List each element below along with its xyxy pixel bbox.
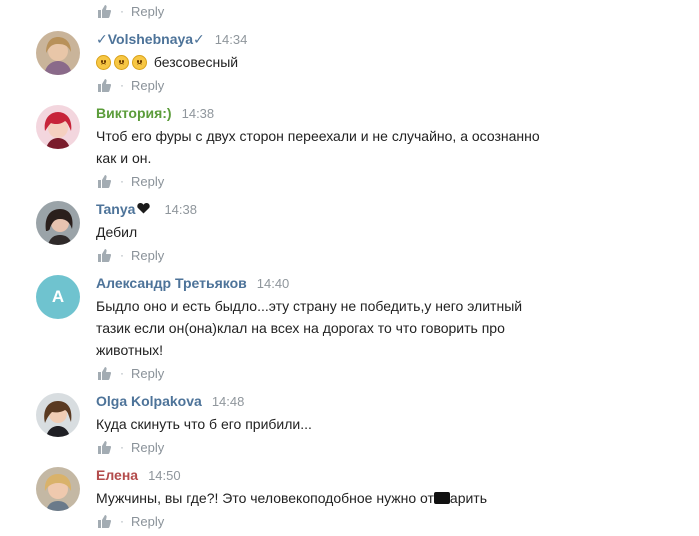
- comment-text: Чтоб его фуры с двух сторон переехали и …: [96, 125, 596, 169]
- comment-text: Куда скинуть что б его прибили...: [96, 413, 596, 435]
- sad-face-emoji-icon: [96, 55, 111, 70]
- like-icon[interactable]: [97, 4, 111, 18]
- reply-link[interactable]: Reply: [131, 174, 164, 189]
- reply-link[interactable]: Reply: [131, 78, 164, 93]
- separator-dot: ·: [120, 4, 124, 18]
- avatar-letter: А: [51, 287, 65, 306]
- avatar[interactable]: [36, 393, 80, 437]
- comment-text: безсовесный: [96, 51, 596, 73]
- timestamp[interactable]: 14:50: [148, 468, 181, 483]
- black-heart-icon: [137, 203, 151, 214]
- comment-text: Мужчины, вы где?! Это человекоподобное н…: [96, 487, 596, 509]
- author-name[interactable]: Tanya: [96, 201, 135, 217]
- comment-actions: · Reply: [97, 173, 164, 189]
- timestamp[interactable]: 14:38: [164, 202, 197, 217]
- comment-text-body: Дебил: [96, 224, 138, 240]
- like-icon[interactable]: [97, 514, 111, 528]
- separator-dot: ·: [120, 366, 124, 380]
- comment-header: Александр Третьяков 14:40: [96, 275, 289, 291]
- comment-text-line: Быдло оно и есть быдло...эту страну не п…: [96, 298, 523, 314]
- avatar[interactable]: [36, 201, 80, 245]
- timestamp[interactable]: 14:40: [257, 276, 290, 291]
- sad-face-emoji-icon: [132, 55, 147, 70]
- comment-text-body: Мужчины, вы где?! Это человекоподобное н…: [96, 490, 434, 506]
- avatar[interactable]: А: [36, 275, 80, 319]
- comment-header: Tanya 14:38: [96, 201, 197, 217]
- timestamp[interactable]: 14:48: [212, 394, 245, 409]
- redaction-mark: [433, 492, 450, 504]
- comment-text-line: Чтоб его фуры с двух сторон переехали и …: [96, 128, 540, 144]
- timestamp[interactable]: 14:34: [215, 32, 248, 47]
- separator-dot: ·: [120, 174, 124, 188]
- sad-face-emoji-icon: [114, 55, 129, 70]
- comment-text: Дебил: [96, 221, 596, 243]
- comment-actions: · Reply: [97, 439, 164, 455]
- author-name[interactable]: ✓Volshebnaya✓: [96, 31, 205, 48]
- avatar[interactable]: [36, 105, 80, 149]
- reply-link[interactable]: Reply: [131, 440, 164, 455]
- like-icon[interactable]: [97, 366, 111, 380]
- avatar[interactable]: [36, 31, 80, 75]
- comment-actions: · Reply: [97, 3, 164, 19]
- like-icon[interactable]: [97, 248, 111, 262]
- separator-dot: ·: [120, 78, 124, 92]
- comment-text-line: как и он.: [96, 150, 152, 166]
- reply-link[interactable]: Reply: [131, 514, 164, 529]
- comment-header: Елена 14:50: [96, 467, 181, 483]
- reply-link[interactable]: Reply: [131, 248, 164, 263]
- comment-header: ✓Volshebnaya✓ 14:34: [96, 31, 247, 48]
- like-icon[interactable]: [97, 78, 111, 92]
- like-icon[interactable]: [97, 440, 111, 454]
- separator-dot: ·: [120, 514, 124, 528]
- author-name[interactable]: Виктория:): [96, 105, 172, 121]
- separator-dot: ·: [120, 248, 124, 262]
- separator-dot: ·: [120, 440, 124, 454]
- comment-header: Olga Kolpakova 14:48: [96, 393, 244, 409]
- timestamp[interactable]: 14:38: [182, 106, 215, 121]
- comment-header: Виктория:) 14:38: [96, 105, 214, 121]
- comment-text-body: арить: [449, 490, 488, 506]
- reply-link[interactable]: Reply: [131, 4, 164, 19]
- comment-text-line: тазик если он(она)клал на всех на дорога…: [96, 320, 505, 336]
- comment-actions: · Reply: [97, 513, 164, 529]
- comment-actions: · Reply: [97, 77, 164, 93]
- comment-text-line: животных!: [96, 342, 164, 358]
- like-icon[interactable]: [97, 174, 111, 188]
- avatar[interactable]: [36, 467, 80, 511]
- comment-actions: · Reply: [97, 247, 164, 263]
- author-name[interactable]: Olga Kolpakova: [96, 393, 202, 409]
- comment-text: Быдло оно и есть быдло...эту страну не п…: [96, 295, 596, 361]
- comment-text-body: безсовесный: [153, 54, 239, 70]
- comment-actions: · Reply: [97, 365, 164, 381]
- author-name[interactable]: Елена: [96, 467, 138, 483]
- comment-text-body: Куда скинуть что б его прибили...: [96, 416, 312, 432]
- reply-link[interactable]: Reply: [131, 366, 164, 381]
- author-name[interactable]: Александр Третьяков: [96, 275, 247, 291]
